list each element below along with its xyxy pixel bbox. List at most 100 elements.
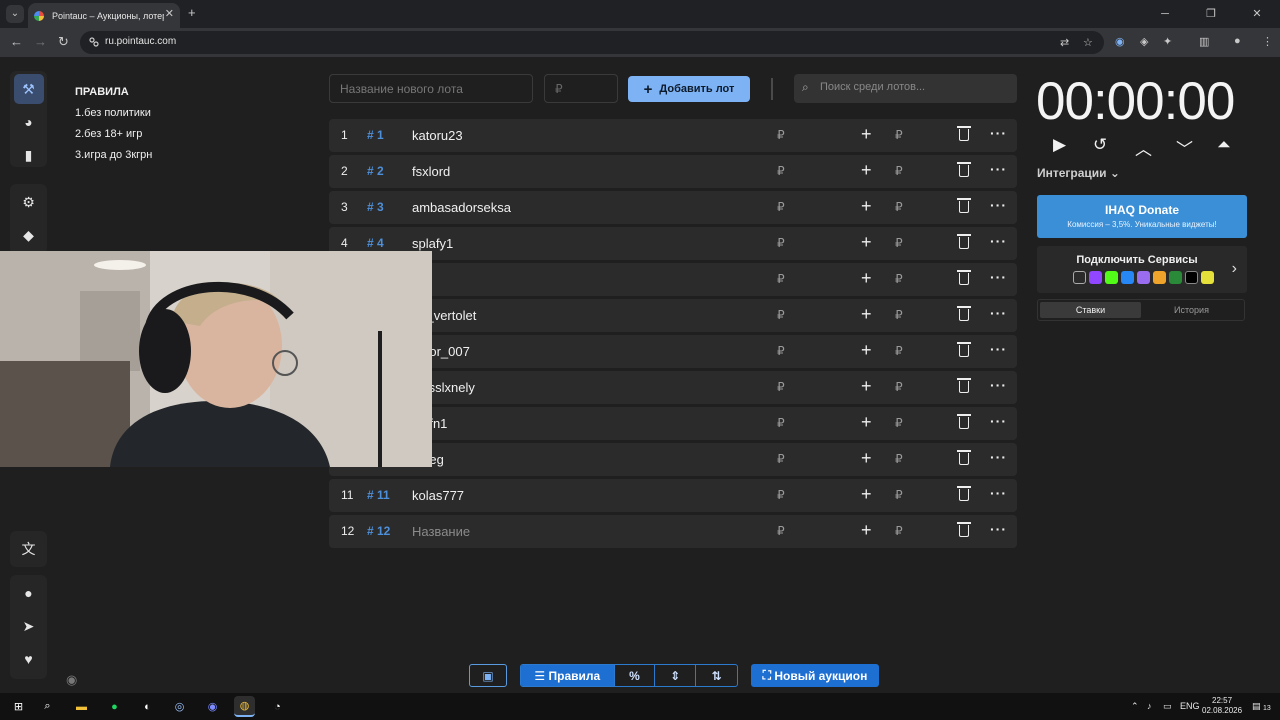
lot-name-input[interactable]: ambasadorseksa [412,200,511,215]
percent-button[interactable]: % [615,665,656,686]
bid-input[interactable]: ₽ [895,200,903,214]
tray-chevron-icon[interactable]: ⌃ [1131,701,1139,712]
add-lot-button[interactable]: + Добавить лот [628,76,750,102]
trash-icon[interactable] [957,342,971,357]
lot-name-input[interactable]: Название [412,524,470,539]
add-bid-icon[interactable]: + [861,160,872,181]
bid-input[interactable]: ₽ [895,164,903,178]
file-explorer-icon[interactable]: ▬ [71,696,92,717]
lot-search-input[interactable]: ⌕ Поиск среди лотов... [794,74,1017,103]
translate-language-icon[interactable]: 文 [14,534,44,564]
add-bid-icon[interactable]: + [861,124,872,145]
extension-audio-icon[interactable]: ◉ [1115,35,1125,48]
telegram-icon[interactable]: ➤ [14,611,44,641]
profile-avatar[interactable]: ● [1234,35,1241,47]
lot-row[interactable]: vlesslxnely ₽ + ₽ ··· [329,371,1017,404]
start-windows-icon[interactable]: ⊞ [8,696,29,717]
lot-amount[interactable]: ₽ [777,416,785,430]
sidebar-stats-icon[interactable]: ▮ [14,140,44,170]
bid-input[interactable]: ₽ [895,452,903,466]
add-bid-icon[interactable]: + [861,340,872,361]
sidebar-auction-icon[interactable]: ⚒ [13,74,44,104]
lot-row[interactable]: okteg₽+₽··· [329,443,1017,476]
subtract-time-icon[interactable]: ﹀ [1176,135,1193,160]
more-options-icon[interactable]: ··· [990,341,1007,357]
side-panel-icon[interactable]: ▥ [1199,35,1209,48]
lot-row[interactable]: 11 # 11 kolas777 ₽ + ₽ ··· [329,479,1017,512]
layers-icon[interactable]: ◆ [14,220,44,250]
bid-input[interactable]: ₽ [895,524,903,538]
trash-icon[interactable] [957,306,971,321]
tab-search-button[interactable]: ⌄ [6,5,24,23]
more-options-icon[interactable]: ··· [990,413,1007,429]
lot-amount[interactable]: ₽ [777,164,785,178]
bookmark-star-icon[interactable]: ☆ [1083,36,1093,49]
settings-gear-icon[interactable]: ⚙ [14,187,44,217]
add-bid-icon[interactable]: + [861,232,872,253]
lot-amount[interactable]: ₽ [777,524,785,538]
lot-amount[interactable]: ₽ [777,344,785,358]
extension-icon[interactable]: ◈ [1140,35,1148,48]
more-options-icon[interactable]: ··· [990,269,1007,285]
github-icon[interactable]: ● [14,578,44,608]
lot-amount[interactable]: ₽ [777,308,785,322]
minimize-button[interactable]: ─ [1142,0,1188,28]
app-icon[interactable]: ◐ [137,696,158,717]
lot-row[interactable]: 2 # 2 fsxlord ₽ + ₽ ··· [329,155,1017,188]
close-window-button[interactable]: ✕ [1234,0,1280,28]
translate-icon[interactable]: ⇄ [1060,36,1069,49]
new-lot-price-input[interactable]: ₽ [544,74,618,103]
lot-row[interactable]: y₽+₽··· [329,263,1017,296]
bid-input[interactable]: ₽ [895,344,903,358]
reset-timer-icon[interactable]: ↺ [1093,135,1107,155]
bid-input[interactable]: ₽ [895,272,903,286]
trash-icon[interactable] [957,414,971,429]
notifications-icon[interactable]: ▤ [1252,701,1261,712]
more-options-icon[interactable]: ··· [990,305,1007,321]
lot-amount[interactable]: ₽ [777,488,785,502]
add-bid-icon[interactable]: + [861,196,872,217]
reload-icon[interactable]: ↻ [58,34,69,50]
add-bid-icon[interactable]: + [861,376,872,397]
spotify-icon[interactable]: ● [104,696,125,717]
more-options-icon[interactable]: ··· [990,197,1007,213]
menu-kebab-icon[interactable]: ⋮ [1262,35,1273,48]
add-bid-icon[interactable]: + [861,304,872,325]
more-options-icon[interactable]: ··· [990,161,1007,177]
bid-input[interactable]: ₽ [895,236,903,250]
network-icon[interactable]: ▭ [1163,701,1172,712]
omnibox[interactable]: ru.pointauc.com ⇄ ☆ [80,31,1104,54]
add-time-icon[interactable]: ︿ [1135,135,1152,160]
bid-input[interactable]: ₽ [895,380,903,394]
new-tab-button[interactable]: + [188,5,196,20]
compact-view-icon[interactable]: ⇕ [655,665,697,686]
lot-amount[interactable]: ₽ [777,380,785,394]
more-options-icon[interactable]: ··· [990,521,1007,537]
lot-row[interactable]: 12 # 12 Название ₽ + ₽ ··· [329,515,1017,548]
taskbar-search-icon[interactable]: ⌕ [37,696,58,717]
lot-name-input[interactable]: kolas777 [412,488,464,503]
lot-row[interactable]: 1 # 1 katoru23 ₽ + ₽ ··· [329,119,1017,152]
close-icon[interactable]: ✕ [165,7,174,20]
lot-name-input[interactable]: splafy1 [412,236,453,251]
add-bid-icon[interactable]: + [861,520,872,541]
add-bid-icon[interactable]: + [861,484,872,505]
bid-input[interactable]: ₽ [895,416,903,430]
trash-icon[interactable] [957,126,971,141]
double-up-icon[interactable]: ⏶ [1217,135,1231,155]
more-options-icon[interactable]: ··· [990,125,1007,141]
lot-amount[interactable]: ₽ [777,452,785,466]
more-options-icon[interactable]: ··· [990,233,1007,249]
lot-name-input[interactable]: katoru23 [412,128,463,143]
lot-amount[interactable]: ₽ [777,272,785,286]
more-options-icon[interactable]: ··· [990,449,1007,465]
bid-input[interactable]: ₽ [895,308,903,322]
volume-icon[interactable]: ♪ [1147,701,1152,711]
new-lot-name-input[interactable]: Название нового лота [329,74,533,103]
rules-button[interactable]: ☰ Правила [521,665,615,686]
save-icon[interactable]: ▣ [469,664,507,687]
restore-button[interactable]: ❐ [1188,0,1234,28]
lot-name-input[interactable]: fsxlord [412,164,450,179]
sort-icon[interactable]: ⇅ [696,665,737,686]
bid-input[interactable]: ₽ [895,488,903,502]
